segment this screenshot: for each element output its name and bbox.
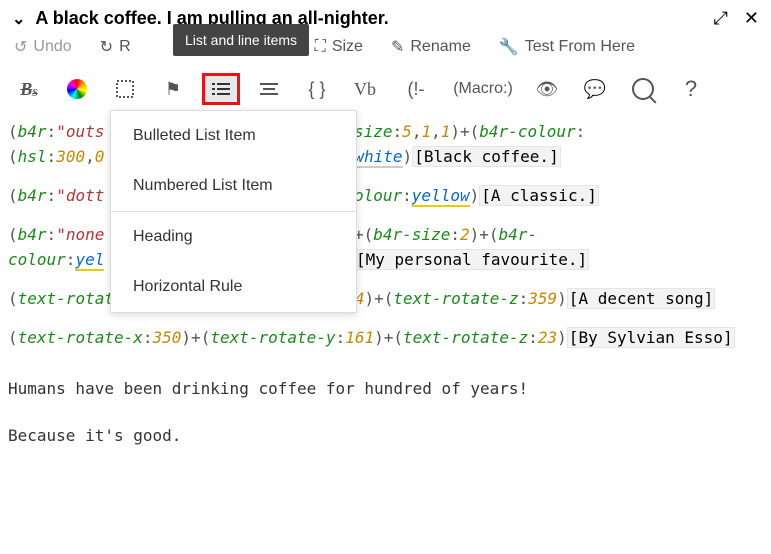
- border-icon: [116, 80, 134, 98]
- comment-button[interactable]: (!-: [394, 73, 438, 105]
- help-label: ?: [685, 76, 697, 102]
- editor-plaintext-1: Humans have been drinking coffee for hun…: [8, 368, 763, 401]
- align-icon: [260, 82, 278, 96]
- list-button[interactable]: List and line items: [202, 73, 240, 105]
- strike-button[interactable]: BS: [10, 73, 48, 105]
- undo-label: Undo: [33, 38, 71, 56]
- redo-icon: ↻: [100, 37, 113, 57]
- redo-button[interactable]: ↻R: [100, 37, 131, 57]
- size-button[interactable]: ⛶ Size: [315, 38, 363, 56]
- vb-label: Vb: [354, 79, 376, 100]
- eye-icon: 👁: [536, 79, 559, 100]
- undo-button[interactable]: ↺ Undo: [14, 37, 72, 57]
- chat-button[interactable]: 💬: [576, 73, 614, 105]
- expand-icon[interactable]: ⤢: [714, 8, 728, 29]
- passage-title: A black coffee. I am pulling an all-nigh…: [35, 8, 697, 29]
- search-icon: [632, 78, 654, 100]
- dd-hr[interactable]: Horizontal Rule: [111, 262, 356, 312]
- rainbow-icon: [67, 79, 87, 99]
- list-dropdown: Bulleted List Item Numbered List Item He…: [110, 110, 357, 313]
- preview-button[interactable]: 👁: [528, 73, 566, 105]
- collapse-chevron[interactable]: ⌄: [12, 9, 25, 29]
- dd-bulleted[interactable]: Bulleted List Item: [111, 111, 356, 161]
- dd-numbered[interactable]: Numbered List Item: [111, 161, 356, 211]
- braces-label: { }: [308, 79, 325, 100]
- dd-heading[interactable]: Heading: [111, 211, 356, 262]
- list-tooltip: List and line items: [173, 24, 309, 56]
- verbatim-button[interactable]: Vb: [346, 73, 384, 105]
- test-label: Test From Here: [525, 38, 635, 56]
- braces-button[interactable]: { }: [298, 73, 336, 105]
- test-button[interactable]: 🔧 Test From Here: [499, 37, 635, 57]
- macro-label: (Macro:): [453, 80, 513, 98]
- rename-label: Rename: [410, 38, 470, 56]
- align-button[interactable]: [250, 73, 288, 105]
- search-button[interactable]: [624, 73, 662, 105]
- flag-button[interactable]: ⚑: [154, 73, 192, 105]
- flag-icon: ⚑: [165, 79, 181, 100]
- list-icon: [212, 82, 230, 96]
- rename-button[interactable]: ✎ Rename: [391, 37, 471, 57]
- color-button[interactable]: [58, 73, 96, 105]
- close-icon[interactable]: ✕: [744, 8, 759, 29]
- strike-label: B: [20, 79, 32, 100]
- macro-button[interactable]: (Macro:): [448, 73, 518, 105]
- rename-icon: ✎: [391, 37, 404, 57]
- border-button[interactable]: [106, 73, 144, 105]
- redo-label: R: [119, 38, 131, 56]
- wrench-icon: 🔧: [499, 37, 519, 57]
- chat-icon: 💬: [584, 79, 606, 100]
- comment-label: (!-: [408, 79, 425, 100]
- size-icon: ⛶: [315, 38, 326, 56]
- help-button[interactable]: ?: [672, 73, 710, 105]
- editor-plaintext-2: Because it's good.: [8, 415, 763, 448]
- size-label: Size: [332, 38, 363, 56]
- undo-icon: ↺: [14, 37, 27, 57]
